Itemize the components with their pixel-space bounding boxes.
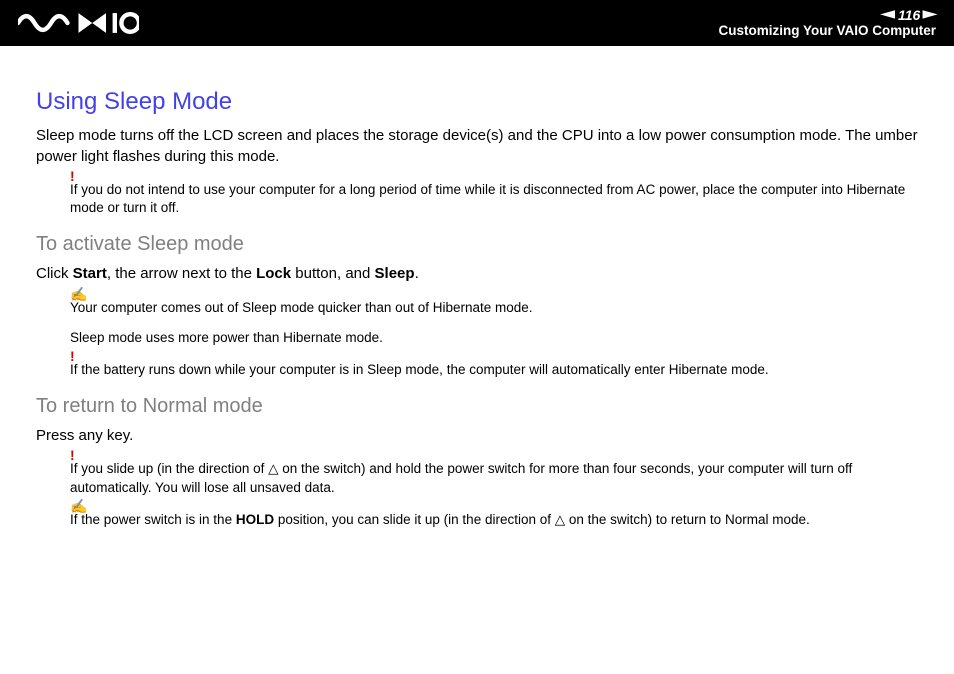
activate-instruction: Click Start, the arrow next to the Lock … <box>36 264 918 284</box>
page-content: Using Sleep Mode Sleep mode turns off th… <box>0 46 954 529</box>
page-header: ◀ 116 ▶ Customizing Your VAIO Computer <box>0 0 954 46</box>
warning-icon: ! <box>70 347 75 366</box>
page-number: 116 <box>898 7 920 23</box>
tip-text-1a: Your computer comes out of Sleep mode qu… <box>70 299 918 317</box>
tip-text-2: If the power switch is in the HOLD posit… <box>70 511 918 529</box>
warning-icon: ! <box>70 446 75 465</box>
header-right: ◀ 116 ▶ Customizing Your VAIO Computer <box>718 7 936 39</box>
tip-note-1: ✍ Your computer comes out of Sleep mode … <box>36 299 918 347</box>
intro-text: Sleep mode turns off the LCD screen and … <box>36 126 918 167</box>
tip-icon: ✍ <box>70 285 87 304</box>
return-instruction: Press any key. <box>36 426 918 446</box>
next-page-icon[interactable]: ▶ <box>923 9 937 21</box>
warning-note-3: ! If you slide up (in the direction of △… <box>36 460 918 496</box>
warning-note-2: ! If the battery runs down while your co… <box>36 361 918 379</box>
activate-heading: To activate Sleep mode <box>36 231 918 258</box>
breadcrumb[interactable]: Customizing Your VAIO Computer <box>718 23 936 39</box>
vaio-logo <box>18 12 139 34</box>
prev-page-icon[interactable]: ◀ <box>881 9 895 21</box>
warning-text: If the battery runs down while your comp… <box>70 361 918 379</box>
warning-text: If you slide up (in the direction of △ o… <box>70 460 918 496</box>
warning-text: If you do not intend to use your compute… <box>70 181 918 217</box>
tip-icon: ✍ <box>70 497 87 516</box>
tip-note-2: ✍ If the power switch is in the HOLD pos… <box>36 511 918 529</box>
return-heading: To return to Normal mode <box>36 393 918 420</box>
tip-text-1b: Sleep mode uses more power than Hibernat… <box>70 329 918 347</box>
page-nav: ◀ 116 ▶ <box>718 7 936 23</box>
warning-icon: ! <box>70 167 75 186</box>
warning-note-1: ! If you do not intend to use your compu… <box>36 181 918 217</box>
page-title: Using Sleep Mode <box>36 86 918 118</box>
